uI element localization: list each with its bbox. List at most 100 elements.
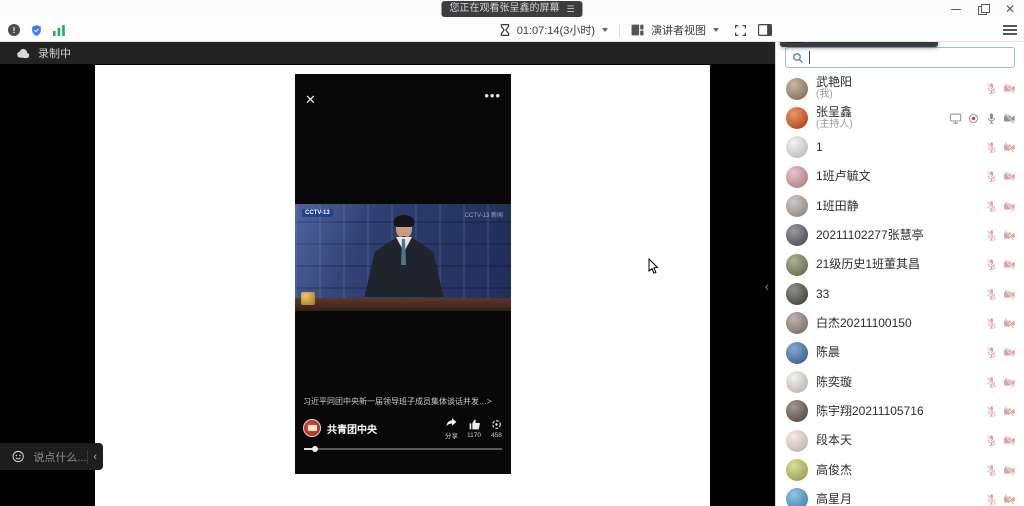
camera-off-icon[interactable] [1003,464,1016,477]
participant-name: 20211102277张慧亭 [816,229,924,242]
progress-knob[interactable] [312,446,318,452]
camera-off-icon[interactable] [1003,170,1016,183]
news-video-frame[interactable]: CCTV-13 CCTV-13 新闻 [295,204,511,311]
participant-row[interactable]: 张呈鑫 (主持人) [776,103,1024,132]
mic-muted-icon[interactable] [985,229,998,242]
banner-menu-icon[interactable]: ☰ [566,1,574,17]
participant-row[interactable]: 陈晨 [776,338,1024,367]
mic-muted-icon[interactable] [985,405,998,418]
participant-avatar [786,224,808,246]
view-mode-selector[interactable]: 演讲者视图 [651,22,706,38]
recording-icon[interactable] [967,112,980,125]
emoji-icon[interactable] [12,449,24,464]
participant-row[interactable]: 高俊杰 [776,455,1024,484]
player-more-icon[interactable]: ••• [484,88,501,103]
participant-row[interactable]: 高星月 [776,485,1024,506]
participant-row[interactable]: 33 [776,279,1024,308]
participant-row[interactable]: 白杰20211100150 [776,309,1024,338]
mic-muted-icon[interactable] [985,288,998,301]
share-stat[interactable]: 分享 [445,416,458,440]
account-avatar[interactable] [303,419,321,437]
mic-muted-icon[interactable] [985,493,998,506]
video-player[interactable]: ✕ ••• CCTV-13 CCTV-13 新闻 习近平同团中央新一届领导班子成… [295,74,511,474]
program-badge [301,292,315,305]
participant-row[interactable]: 武艳阳 (我) [776,74,1024,103]
comment-stat[interactable]: 458 [490,418,503,439]
participant-row[interactable]: 1班卢毓文 [776,162,1024,191]
panel-collapse-icon[interactable]: ‹ [765,279,769,294]
camera-off-icon[interactable] [1003,141,1016,154]
mic-muted-icon[interactable] [985,82,998,95]
view-dropdown-icon[interactable] [713,28,719,32]
maximize-button[interactable] [977,3,989,15]
participant-name: 陈晨 [816,346,840,359]
text-caret [809,51,810,64]
camera-off-icon[interactable] [1003,82,1016,95]
camera-off-icon[interactable] [1003,346,1016,359]
camera-off-icon[interactable] [1003,229,1016,242]
camera-off-icon[interactable] [1003,493,1016,506]
camera-off-icon[interactable] [1003,434,1016,447]
player-close-icon[interactable]: ✕ [305,92,316,108]
participant-row[interactable]: 21级历史1班董其昌 [776,250,1024,279]
network-signal-icon[interactable] [53,24,66,36]
camera-off-icon[interactable] [1003,200,1016,213]
mic-muted-icon[interactable] [985,317,998,330]
comment-wheel-icon [490,418,503,431]
mic-muted-icon[interactable] [985,434,998,447]
camera-off-icon[interactable] [1003,405,1016,418]
camera-off-icon[interactable] [1003,258,1016,271]
timer-dropdown-icon[interactable] [602,28,608,32]
timer-hourglass-icon [500,24,510,36]
mic-muted-icon[interactable] [985,376,998,389]
video-caption[interactable]: 习近平同团中央新一届领导班子成员集体谈话并发…> [303,396,505,407]
participant-avatar [786,166,808,188]
toolbar-status-icons: ! [8,18,66,42]
participant-row[interactable]: 陈奕璇 [776,367,1024,396]
camera-off-icon[interactable] [1003,288,1016,301]
account-name[interactable]: 共青团中央 [327,421,436,436]
meeting-timer[interactable]: 01:07:14(3小时) [517,22,595,38]
participant-role: (主持人) [816,119,853,131]
toolbar: ! 01:07:14(3小时) 演讲者视图 [0,18,1024,42]
screen-share-icon[interactable] [949,112,962,125]
participant-search-input[interactable] [785,47,1015,68]
mic-muted-icon[interactable] [985,346,998,359]
mic-muted-icon[interactable] [985,170,998,183]
participant-row[interactable]: 1班田静 [776,191,1024,220]
chat-placeholder[interactable]: 说点什么... [33,449,86,465]
layout-view-icon [631,24,644,36]
participant-role: (我) [816,89,852,101]
participant-name: 1 [816,141,823,154]
mic-muted-icon[interactable] [985,258,998,271]
participant-row[interactable]: 陈宇翔20211105716 [776,397,1024,426]
mic-muted-icon[interactable] [985,141,998,154]
meeting-info-icon[interactable]: ! [8,24,20,36]
like-stat[interactable]: 1170 [467,418,481,439]
side-panel-toggle-icon[interactable] [758,24,772,36]
close-button[interactable]: ✕ [1004,3,1016,15]
mouse-cursor [648,258,659,274]
video-progress-bar[interactable] [304,448,502,450]
mic-on-icon[interactable] [985,112,998,125]
participant-list[interactable]: 武艳阳 (我) [776,74,1024,506]
fullscreen-icon[interactable] [734,24,747,37]
mic-muted-icon[interactable] [985,200,998,213]
screen-watching-banner[interactable]: 您正在观看张呈鑫的屏幕 ☰ [441,1,582,17]
chat-input-pill[interactable]: 说点什么... ‹ [0,443,103,470]
camera-off-icon[interactable] [1003,317,1016,330]
participant-name: 高星月 [816,493,852,506]
participant-row[interactable]: 1 [776,133,1024,162]
minimize-button[interactable] [950,3,962,15]
camera-off-icon[interactable] [1003,112,1016,125]
panel-menu-icon[interactable] [1003,25,1017,35]
participant-row[interactable]: 20211102277张慧亭 [776,221,1024,250]
participant-row[interactable]: 段本天 [776,426,1024,455]
security-shield-icon[interactable] [30,24,43,37]
title-bar: 您正在观看张呈鑫的屏幕 ☰ ✕ [0,0,1024,18]
chat-collapse-icon[interactable]: ‹ [87,451,103,463]
camera-off-icon[interactable] [1003,376,1016,389]
mic-muted-icon[interactable] [985,464,998,477]
participant-name: 陈奕璇 [816,376,852,389]
toolbar-actions: 01:07:14(3小时) 演讲者视图 [500,18,772,42]
